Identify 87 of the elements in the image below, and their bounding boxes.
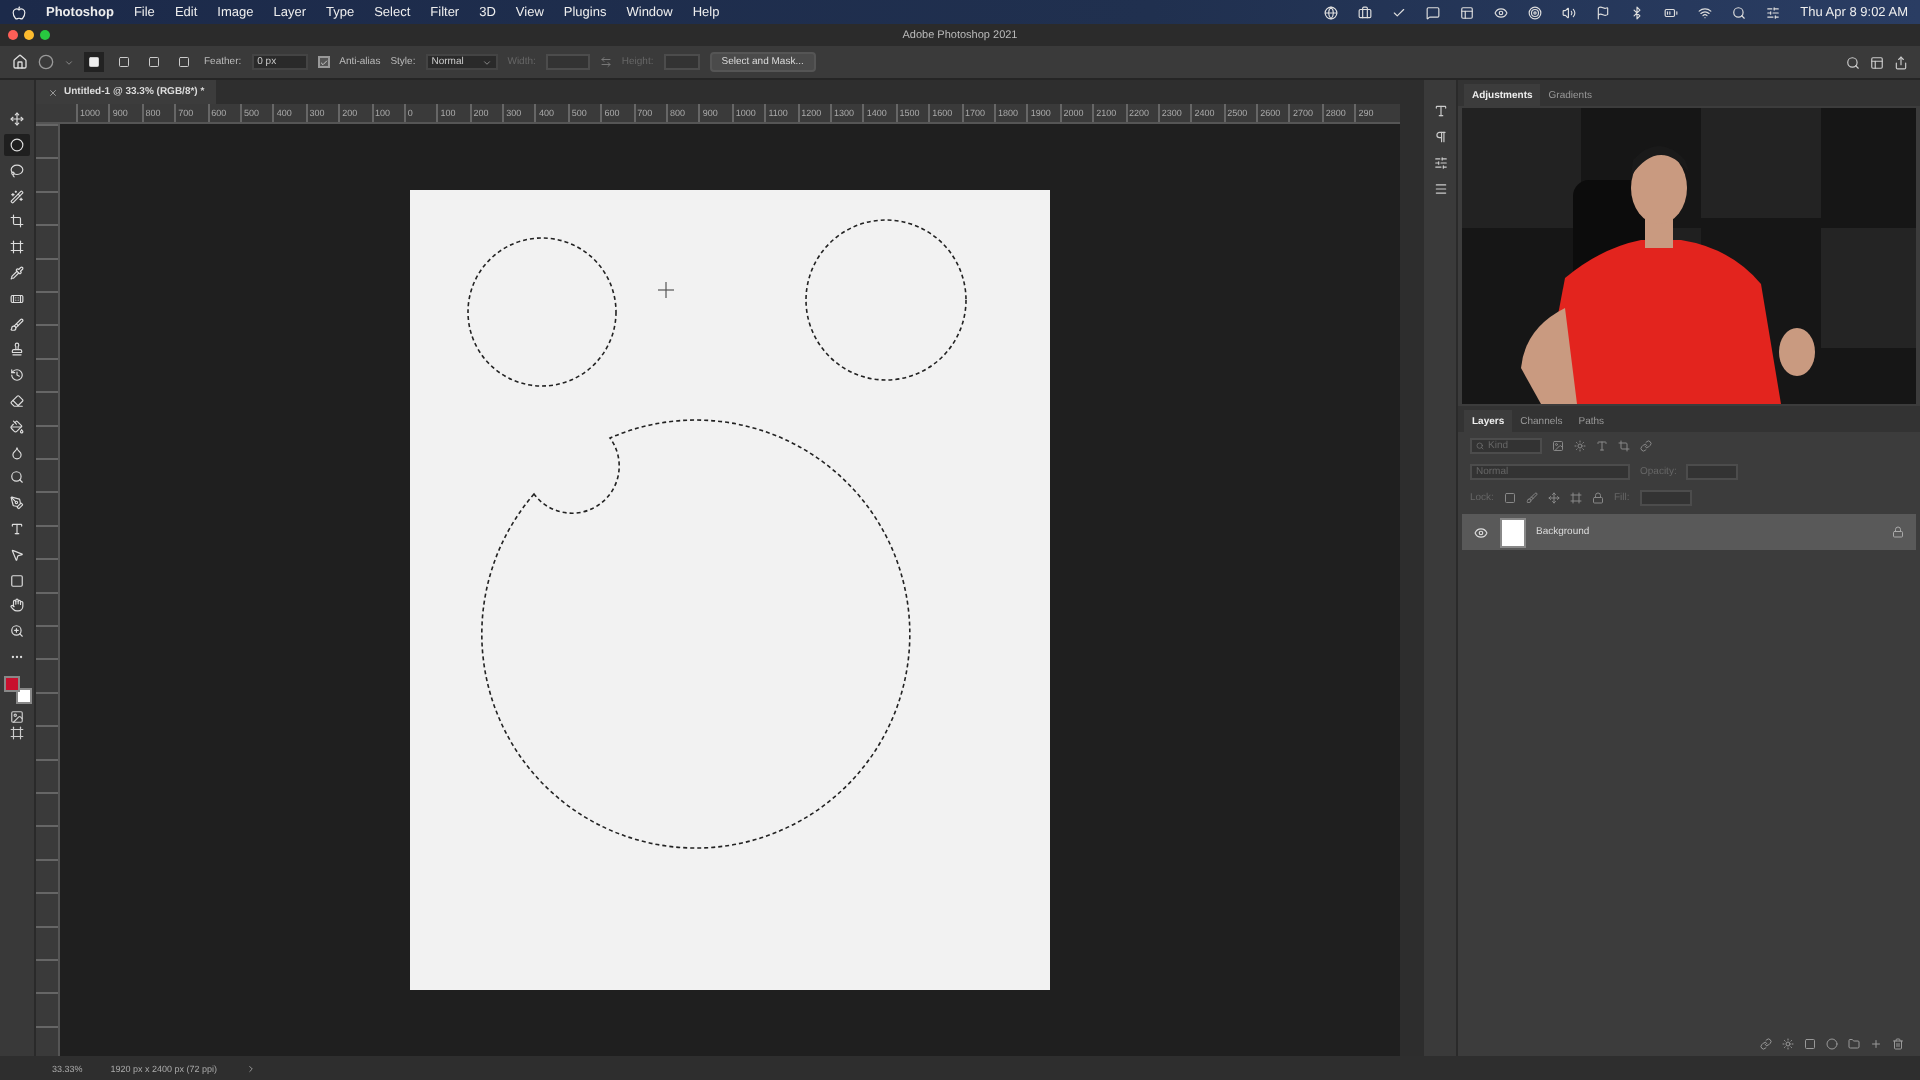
square-icon [178,56,190,68]
move-icon [10,112,24,127]
lock-paint-icon [1525,491,1538,503]
caret-icon [481,57,492,67]
zoom-icon [10,624,24,639]
paragraph-icon [1433,130,1447,144]
share-icon [1894,55,1908,69]
square-icon [148,56,160,68]
trash-icon [1892,1038,1904,1050]
adjustment-icon [1826,1038,1838,1050]
check-icon [1392,5,1407,19]
folder-icon [1848,1038,1860,1050]
rectangle-icon [10,573,24,588]
control-center-icon [1766,5,1781,19]
apple-icon [12,5,26,19]
brush-icon [10,317,24,332]
selection-mode-button[interactable] [144,52,164,72]
lock-pixels-icon [1503,491,1516,503]
wifi-icon [1698,5,1713,19]
adjustment-filter-icon [1574,439,1586,451]
width-field[interactable] [545,54,590,70]
wand-icon [10,189,24,204]
lock-icon [1892,526,1904,538]
volume-icon [1562,5,1577,19]
fill-field[interactable] [1639,489,1692,505]
image-filter-icon [1552,439,1564,451]
stamp-icon [10,342,24,357]
height-field[interactable] [663,54,700,70]
history-brush-icon [10,368,24,383]
list-icon [1433,182,1447,196]
color-swatch[interactable] [3,675,19,692]
pen-icon [10,496,24,511]
layout-icon [1460,5,1475,19]
pointer-icon [10,547,24,562]
lasso-icon [10,163,24,178]
tool-button[interactable] [4,133,30,157]
caret-icon [64,57,74,67]
close-button[interactable] [8,30,18,40]
search-icon [1846,55,1860,69]
properties-icon [1433,156,1447,170]
eye-icon [1494,5,1509,19]
workspace-icon [1870,55,1884,69]
type-filter-icon [1596,439,1608,451]
selection-mode-button[interactable] [114,52,134,72]
lock-icon [1591,491,1604,503]
quick-mask-icon [10,709,24,724]
eye-icon [1474,525,1488,539]
drop-icon [10,445,24,460]
link-icon [1760,1038,1772,1050]
layer-thumbnail [1500,517,1526,547]
paint-bucket-icon [10,419,24,434]
minimize-button[interactable] [24,30,34,40]
briefcase-icon [1358,5,1373,19]
square-icon [88,56,100,68]
battery-icon [1664,5,1679,19]
eyedropper-icon [10,266,24,281]
swap-icon [599,56,612,68]
shape-filter-icon [1618,439,1630,451]
new-layer-icon [1870,1038,1882,1050]
zoom-button[interactable] [40,30,50,40]
ellipse-icon [38,54,54,70]
smart-filter-icon [1640,439,1652,451]
selection-mode-button[interactable] [174,52,194,72]
lock-position-icon [1547,491,1560,503]
mask-icon [1804,1038,1816,1050]
square-icon [118,56,130,68]
selection-mode-button[interactable] [84,52,104,72]
target-icon [1528,5,1543,19]
bluetooth-icon [1630,5,1645,19]
caret-icon [245,1063,256,1073]
hand-icon [10,598,24,613]
flag-icon [1596,5,1611,19]
lock-artboard-icon [1569,491,1582,503]
crosshair-cursor-icon [657,281,675,299]
chat-icon [1426,5,1441,19]
globe-icon [1324,5,1339,19]
type-icon [10,522,24,536]
ellipse-icon [10,138,24,153]
home-icon [12,54,28,70]
search-icon [1732,5,1747,19]
bandage-icon [10,291,24,306]
eraser-icon [10,394,24,409]
character-icon [1433,104,1447,118]
crop-icon [10,214,24,229]
anti-alias-checkbox[interactable] [317,56,330,68]
opacity-field[interactable] [1686,463,1739,479]
frame-icon [10,240,24,255]
